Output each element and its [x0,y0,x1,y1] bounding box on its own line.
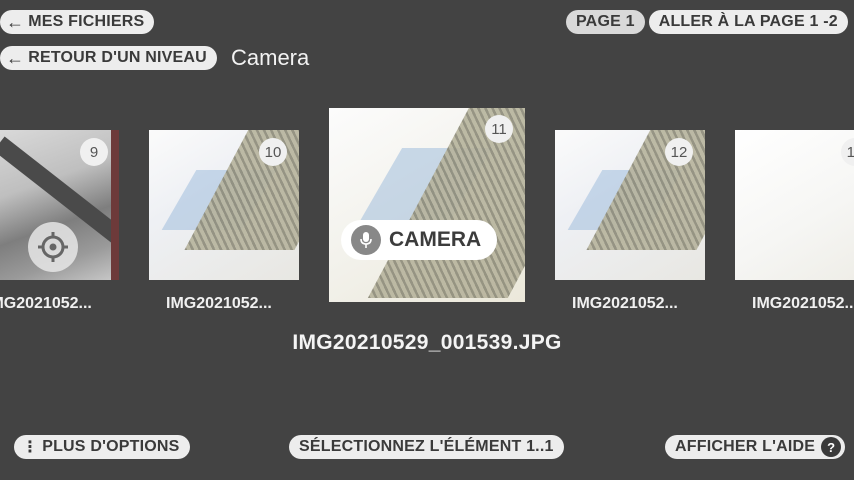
my-files-label: MES FICHIERS [28,13,145,30]
thumbnail-caption: IMG2021052... [0,295,92,312]
vertical-dots-icon: ⋮ [22,439,39,456]
current-page-badge: PAGE 1 [566,10,645,34]
item-number-badge: 13 [841,138,854,166]
voice-command-label[interactable]: CAMERA [341,220,498,260]
go-to-page-button[interactable]: ALLER À LA PAGE 1 -2 [648,10,848,34]
voice-label-text: CAMERA [389,228,482,251]
show-help-label: AFFICHER L'AIDE [675,438,816,455]
gallery-thumbnail[interactable]: 9 [0,130,119,280]
back-one-level-label: RETOUR D'UN NIVEAU [28,49,207,66]
item-number-badge: 10 [259,138,287,166]
select-item-button[interactable]: SÉLECTIONNEZ L'ÉLÉMENT 1..1 [289,435,564,459]
current-filename: IMG20210529_001539.JPG [292,331,562,354]
my-files-button[interactable]: ← MES FICHIERS [0,10,155,34]
gallery-thumbnail[interactable]: 10 [149,130,299,280]
page-indicator: PAGE 1 ALLER À LA PAGE 1 -2 [566,10,848,34]
photo-content [111,130,119,280]
crosshair-icon[interactable] [28,222,78,272]
question-icon: ? [821,437,842,457]
item-number-badge: 12 [665,138,693,166]
thumbnail-caption: IMG2021052... [166,295,272,312]
thumbnail-caption: IMG2021052... [752,295,854,312]
more-options-label: PLUS D'OPTIONS [42,438,180,455]
item-number-badge: 11 [485,115,513,143]
arrow-left-icon: ← [6,12,25,32]
folder-title: Camera [231,45,310,70]
gallery-thumbnail[interactable]: 13 [735,130,854,280]
show-help-button[interactable]: AFFICHER L'AIDE ? [665,435,846,459]
gallery-thumbnail[interactable]: 12 [555,130,705,280]
thumbnail-caption: IMG2021052... [572,295,678,312]
back-one-level-button[interactable]: ← RETOUR D'UN NIVEAU [0,46,217,70]
more-options-button[interactable]: ⋮ PLUS D'OPTIONS [14,435,190,459]
gallery-thumbnail-selected[interactable]: 11 CAMERA [329,108,525,302]
item-number-badge: 9 [80,138,108,166]
arrow-left-icon: ← [6,48,25,68]
microphone-icon [351,225,381,255]
